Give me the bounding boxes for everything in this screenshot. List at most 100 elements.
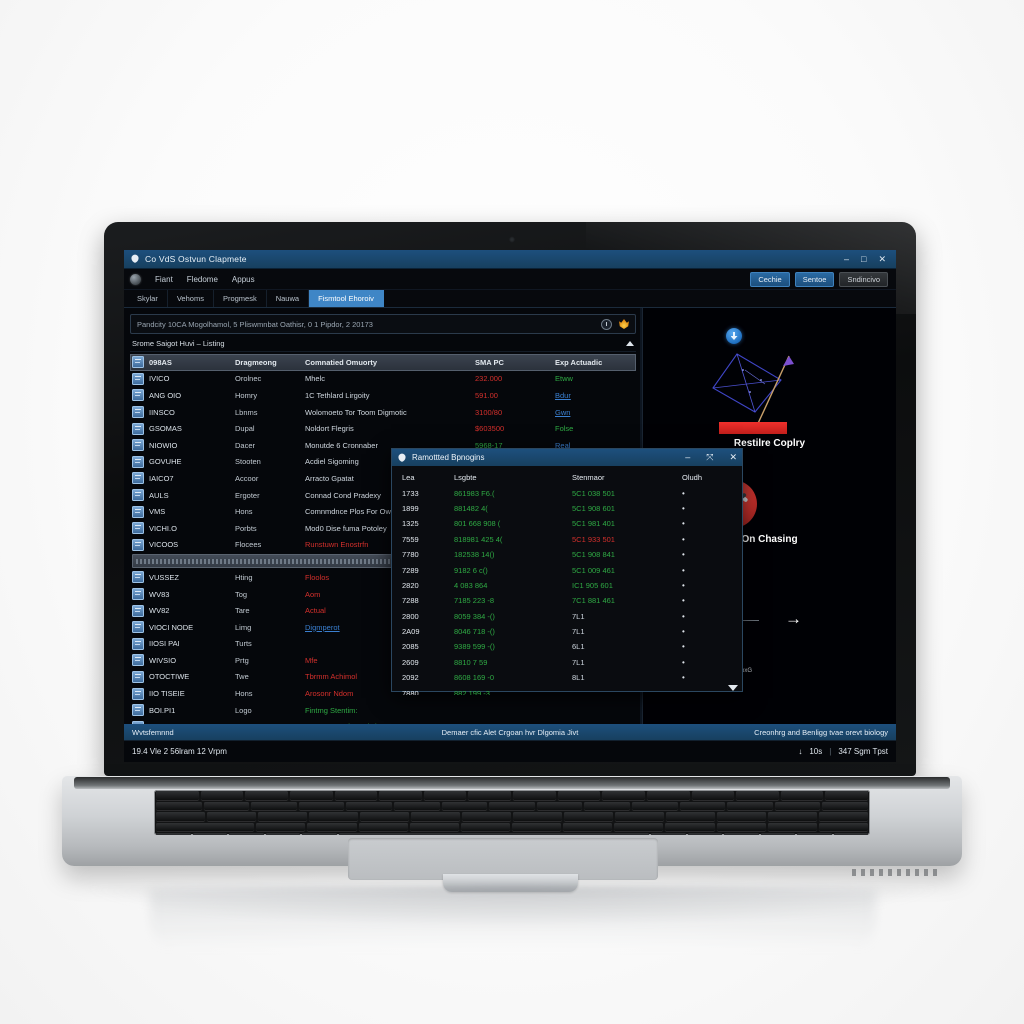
menu-item-0[interactable]: Fiant — [155, 275, 173, 284]
key[interactable] — [727, 801, 773, 811]
minimize-button[interactable]: – — [844, 254, 849, 264]
key[interactable] — [716, 822, 766, 832]
key[interactable] — [557, 791, 601, 800]
menu-item-2[interactable]: Appus — [232, 275, 255, 284]
info-icon[interactable] — [601, 318, 612, 330]
key[interactable] — [513, 812, 562, 821]
menu-item-1[interactable]: Fledome — [187, 275, 218, 284]
toolbar-button-1[interactable]: Sentoe — [794, 271, 835, 287]
dialog-close-button[interactable]: ✕ — [729, 453, 737, 462]
key[interactable] — [441, 801, 488, 811]
key[interactable] — [468, 791, 511, 800]
key[interactable] — [298, 801, 345, 811]
key[interactable] — [156, 833, 191, 835]
dialog-row[interactable]: 2609 8810 7 59 7L1 • — [402, 655, 742, 670]
tab-4[interactable]: Fismtool Ehoroiv — [309, 290, 384, 307]
key[interactable] — [646, 791, 690, 800]
key[interactable] — [156, 822, 255, 832]
key[interactable] — [614, 822, 664, 832]
key[interactable] — [334, 791, 378, 800]
dialog-row[interactable]: 7780 182538 14() 5C1 908 841 • — [402, 547, 742, 562]
tab-0[interactable]: Skylar — [128, 290, 168, 307]
key[interactable] — [687, 833, 722, 835]
search-input[interactable]: Pandcity 10CA Mogolhamol, 5 Pliswmnbat O… — [137, 320, 373, 329]
key[interactable] — [822, 801, 868, 811]
key[interactable] — [651, 833, 686, 835]
key[interactable] — [200, 791, 244, 800]
key[interactable] — [409, 822, 459, 832]
table-row[interactable]: ANG OIO Homry 1C Tethlard Lirgoity 591.00 Bd… — [130, 387, 636, 404]
dialog-row[interactable]: 2A09 8046 718 -() 7L1 • — [402, 624, 742, 639]
key[interactable] — [302, 833, 337, 835]
key[interactable] — [724, 833, 759, 835]
key[interactable] — [460, 822, 510, 832]
table-row[interactable]: GSOMAS Dupal Noldort Flegris $603500 Folse — [130, 420, 636, 437]
key[interactable] — [309, 812, 358, 821]
table-row[interactable]: IINSCO Lbnms Wolomoeto Tor Toom Digmotic 31… — [130, 404, 636, 421]
key[interactable] — [780, 791, 824, 800]
key[interactable] — [564, 812, 613, 821]
dialog-row[interactable]: 7559 818981 425 4(5C1 933 501 • — [402, 532, 742, 547]
key[interactable] — [358, 822, 408, 832]
tab-1[interactable]: Vehoms — [168, 290, 214, 307]
key[interactable] — [423, 791, 467, 800]
key[interactable] — [797, 833, 832, 835]
key[interactable] — [602, 791, 645, 800]
dialog-row[interactable]: 2085 9389 599 -() 6L1 • — [402, 639, 742, 654]
caret-up-icon[interactable] — [626, 341, 634, 346]
key[interactable] — [411, 812, 460, 821]
key[interactable] — [156, 801, 202, 811]
dialog-minimize-button[interactable]: – — [685, 453, 690, 462]
dialog-row[interactable]: 2820 4 083 864 IC1 905 601 • — [402, 578, 742, 593]
arrow-right-icon[interactable]: → — [785, 610, 802, 627]
key[interactable] — [307, 822, 357, 832]
key[interactable] — [760, 833, 795, 835]
key[interactable] — [192, 833, 227, 835]
key[interactable] — [245, 791, 288, 800]
search-bar[interactable]: Pandcity 10CA Mogolhamol, 5 Pliswmnbat O… — [130, 314, 636, 334]
toolbar-button-0[interactable]: Cechie — [750, 271, 790, 287]
scroll-down-icon[interactable] — [728, 685, 738, 691]
dialog-restore-button[interactable]: ⤧ — [706, 453, 713, 462]
table-row[interactable]: BOI.PI1 Logo Fintmg Stentim: — [130, 702, 636, 719]
tab-2[interactable]: Progmesk — [214, 290, 267, 307]
dialog-row[interactable]: 1899 881482 4(5C1 908 601 • — [402, 501, 742, 516]
key[interactable] — [774, 801, 821, 811]
dialog-row[interactable]: 7289 9182 6 c() 5C1 009 461 • — [402, 562, 742, 577]
key[interactable] — [511, 822, 562, 832]
key[interactable] — [256, 822, 306, 832]
toolbar-button-2[interactable]: Sndincivo — [839, 271, 888, 287]
dialog-row[interactable]: 1733 861983 F6.(5C1 038 501 • — [402, 485, 742, 500]
key[interactable] — [768, 812, 817, 821]
maximize-button[interactable]: □ — [861, 254, 866, 264]
key[interactable] — [679, 801, 726, 811]
key[interactable] — [346, 801, 392, 811]
key[interactable] — [666, 812, 715, 821]
key[interactable] — [156, 812, 205, 821]
tab-3[interactable]: Nauwa — [267, 290, 310, 307]
key[interactable] — [665, 822, 715, 832]
key[interactable] — [767, 822, 817, 832]
key[interactable] — [338, 833, 649, 835]
key[interactable] — [631, 801, 678, 811]
key[interactable] — [563, 822, 613, 832]
key[interactable] — [251, 801, 297, 811]
dialog-row[interactable]: 2092 8608 169 -0 8L1 • — [402, 670, 742, 685]
key[interactable] — [615, 812, 664, 821]
key[interactable] — [229, 833, 264, 835]
key[interactable] — [691, 791, 735, 800]
close-button[interactable]: ✕ — [878, 254, 886, 264]
key[interactable] — [258, 812, 307, 821]
key[interactable] — [825, 791, 868, 800]
key[interactable] — [360, 812, 409, 821]
key[interactable] — [818, 822, 868, 832]
key[interactable] — [203, 801, 250, 811]
key[interactable] — [289, 791, 333, 800]
dialog-row[interactable]: 2800 8059 384 -() 7L1 • — [402, 609, 742, 624]
table-row[interactable]: IVICO Orolnec Mhelc 232.000 Etww — [130, 371, 636, 388]
key[interactable] — [536, 801, 583, 811]
key[interactable] — [717, 812, 766, 821]
key[interactable] — [513, 791, 556, 800]
key[interactable] — [265, 833, 300, 835]
dialog-row[interactable]: 7880 882 199 -3 — [402, 685, 742, 695]
